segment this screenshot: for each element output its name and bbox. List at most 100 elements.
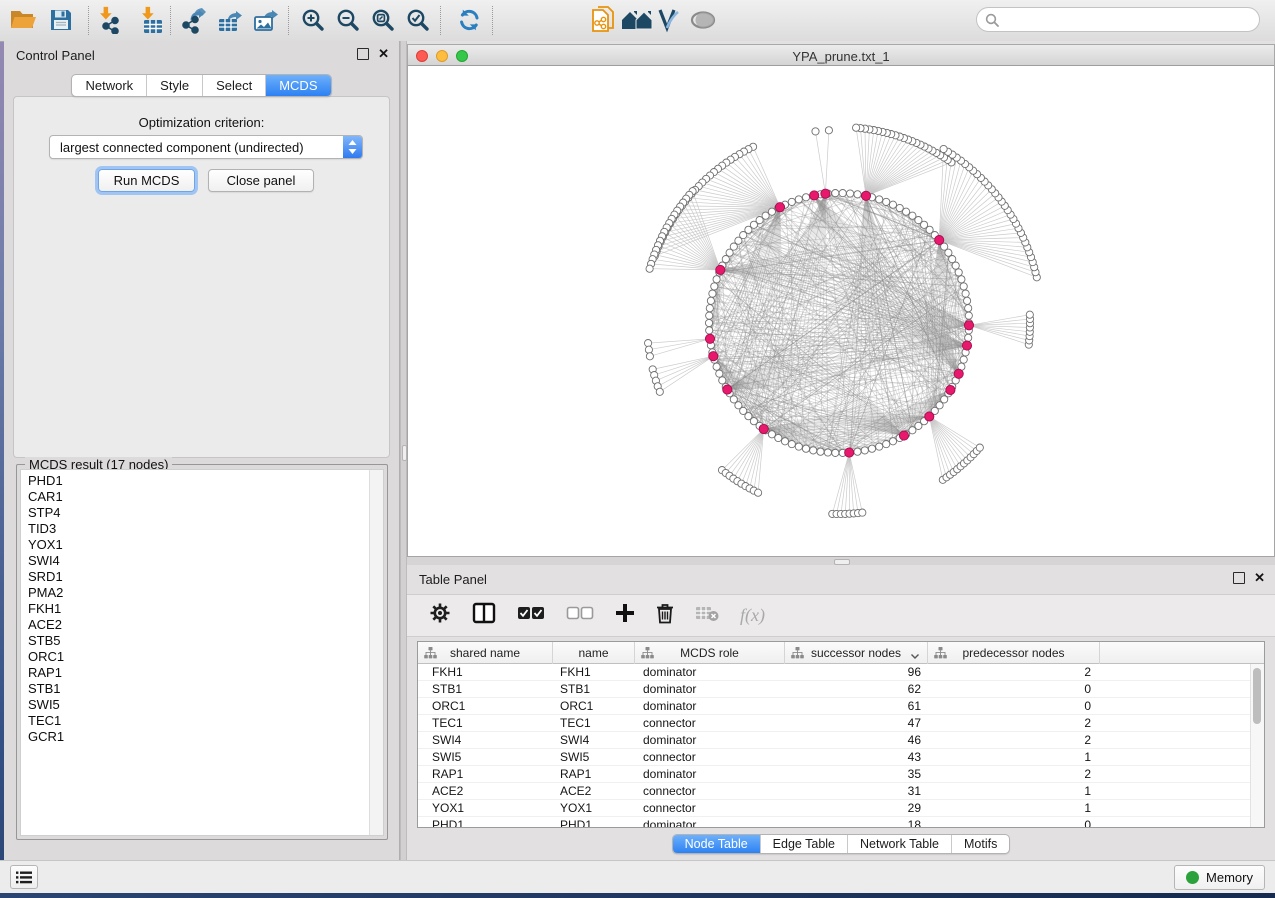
- network-node[interactable]: [775, 434, 782, 441]
- table-cell[interactable]: dominator: [635, 681, 785, 697]
- mcds-result-item[interactable]: RAP1: [21, 665, 383, 681]
- tab-style[interactable]: Style: [147, 75, 203, 96]
- mcds-result-item[interactable]: GCR1: [21, 729, 383, 745]
- network-node[interactable]: [903, 208, 910, 215]
- zoom-selected-icon[interactable]: [401, 3, 435, 37]
- close-panel-button[interactable]: Close panel: [208, 169, 314, 192]
- table-cell[interactable]: 31: [785, 783, 928, 799]
- network-node[interactable]: [802, 445, 809, 452]
- mcds-result-item[interactable]: ORC1: [21, 649, 383, 665]
- table-cell[interactable]: STB1: [553, 681, 635, 697]
- network-hub-node[interactable]: [810, 191, 819, 200]
- table-row[interactable]: ACE2ACE2connector311: [418, 783, 1264, 800]
- table-row[interactable]: STB1STB1dominator620: [418, 681, 1264, 698]
- network-node[interactable]: [889, 201, 896, 208]
- network-node[interactable]: [876, 443, 883, 450]
- network-node[interactable]: [960, 356, 967, 363]
- network-node[interactable]: [965, 305, 972, 312]
- table-cell[interactable]: ACE2: [418, 783, 553, 799]
- network-hub-node[interactable]: [775, 203, 784, 212]
- export-table-icon[interactable]: [214, 3, 248, 37]
- zoom-out-icon[interactable]: [331, 3, 365, 37]
- network-node[interactable]: [646, 265, 653, 272]
- gear-icon[interactable]: [429, 602, 451, 629]
- network-node[interactable]: [706, 312, 713, 319]
- table-row[interactable]: TEC1TEC1connector472: [418, 715, 1264, 732]
- network-hub-node[interactable]: [723, 385, 732, 394]
- network-node[interactable]: [883, 441, 890, 448]
- network-node[interactable]: [832, 449, 839, 456]
- network-node[interactable]: [713, 276, 720, 283]
- network-canvas[interactable]: [407, 66, 1275, 557]
- table-cell[interactable]: 2: [928, 766, 1100, 782]
- network-hub-node[interactable]: [709, 352, 718, 361]
- table-cell[interactable]: 43: [785, 749, 928, 765]
- table-cell[interactable]: 0: [928, 681, 1100, 697]
- table-cell[interactable]: 2: [928, 715, 1100, 731]
- network-node[interactable]: [645, 346, 652, 353]
- network-node[interactable]: [817, 448, 824, 455]
- table-cell[interactable]: 1: [928, 783, 1100, 799]
- memory-button[interactable]: Memory: [1174, 865, 1265, 890]
- mcds-result-item[interactable]: TID3: [21, 521, 383, 537]
- network-node[interactable]: [768, 208, 775, 215]
- table-cell[interactable]: FKH1: [553, 664, 635, 680]
- table-cell[interactable]: SWI5: [418, 749, 553, 765]
- float-panel-icon[interactable]: [1233, 572, 1245, 584]
- mcds-result-item[interactable]: STB5: [21, 633, 383, 649]
- save-session-icon[interactable]: [44, 3, 78, 37]
- table-cell[interactable]: 2: [928, 664, 1100, 680]
- table-cell[interactable]: dominator: [635, 664, 785, 680]
- network-node[interactable]: [755, 489, 762, 496]
- export-network-icon[interactable]: [176, 3, 210, 37]
- network-node[interactable]: [883, 198, 890, 205]
- table-cell[interactable]: dominator: [635, 732, 785, 748]
- table-cell[interactable]: 29: [785, 800, 928, 816]
- run-mcds-button[interactable]: Run MCDS: [98, 169, 195, 192]
- network-node[interactable]: [955, 269, 962, 276]
- network-hub-node[interactable]: [716, 265, 725, 274]
- tab-network-table[interactable]: Network Table: [848, 835, 952, 853]
- network-hub-node[interactable]: [925, 412, 934, 421]
- network-node[interactable]: [824, 449, 831, 456]
- network-node[interactable]: [768, 431, 775, 438]
- mcds-result-list[interactable]: PHD1CAR1STP4TID3YOX1SWI4SRD1PMA2FKH1ACE2…: [20, 469, 384, 836]
- network-node[interactable]: [839, 190, 846, 197]
- table-cell[interactable]: 46: [785, 732, 928, 748]
- table-cell[interactable]: TEC1: [418, 715, 553, 731]
- table-cell[interactable]: 1: [928, 749, 1100, 765]
- network-node[interactable]: [788, 198, 795, 205]
- network-node[interactable]: [859, 509, 866, 516]
- table-cell[interactable]: 2: [928, 732, 1100, 748]
- network-node[interactable]: [726, 249, 733, 256]
- network-node[interactable]: [952, 262, 959, 269]
- table-row[interactable]: SWI4SWI4dominator462: [418, 732, 1264, 749]
- table-cell[interactable]: 61: [785, 698, 928, 714]
- eye-icon[interactable]: [686, 3, 720, 37]
- tab-select[interactable]: Select: [203, 75, 266, 96]
- network-node[interactable]: [965, 312, 972, 319]
- table-cell[interactable]: 1: [928, 800, 1100, 816]
- column-header-name[interactable]: name: [553, 642, 635, 664]
- search-input[interactable]: [1004, 11, 1259, 28]
- network-hub-node[interactable]: [705, 334, 714, 343]
- mcds-result-item[interactable]: SWI5: [21, 697, 383, 713]
- network-node[interactable]: [706, 327, 713, 334]
- select-all-checkboxes-icon[interactable]: [517, 604, 545, 627]
- network-node[interactable]: [896, 204, 903, 211]
- close-panel-icon[interactable]: ✕: [378, 49, 389, 59]
- network-node[interactable]: [646, 353, 653, 360]
- table-cell[interactable]: dominator: [635, 766, 785, 782]
- network-node[interactable]: [719, 377, 726, 384]
- network-node[interactable]: [711, 283, 718, 290]
- network-node[interactable]: [713, 363, 720, 370]
- network-node[interactable]: [889, 438, 896, 445]
- style-mapper-icon[interactable]: [652, 3, 686, 37]
- close-panel-icon[interactable]: ✕: [1254, 573, 1265, 583]
- network-hub-node[interactable]: [899, 431, 908, 440]
- tab-mcds[interactable]: MCDS: [266, 75, 330, 96]
- search-box[interactable]: [976, 7, 1260, 32]
- mcds-result-item[interactable]: YOX1: [21, 537, 383, 553]
- add-icon[interactable]: [615, 603, 635, 628]
- table-cell[interactable]: PHD1: [553, 817, 635, 828]
